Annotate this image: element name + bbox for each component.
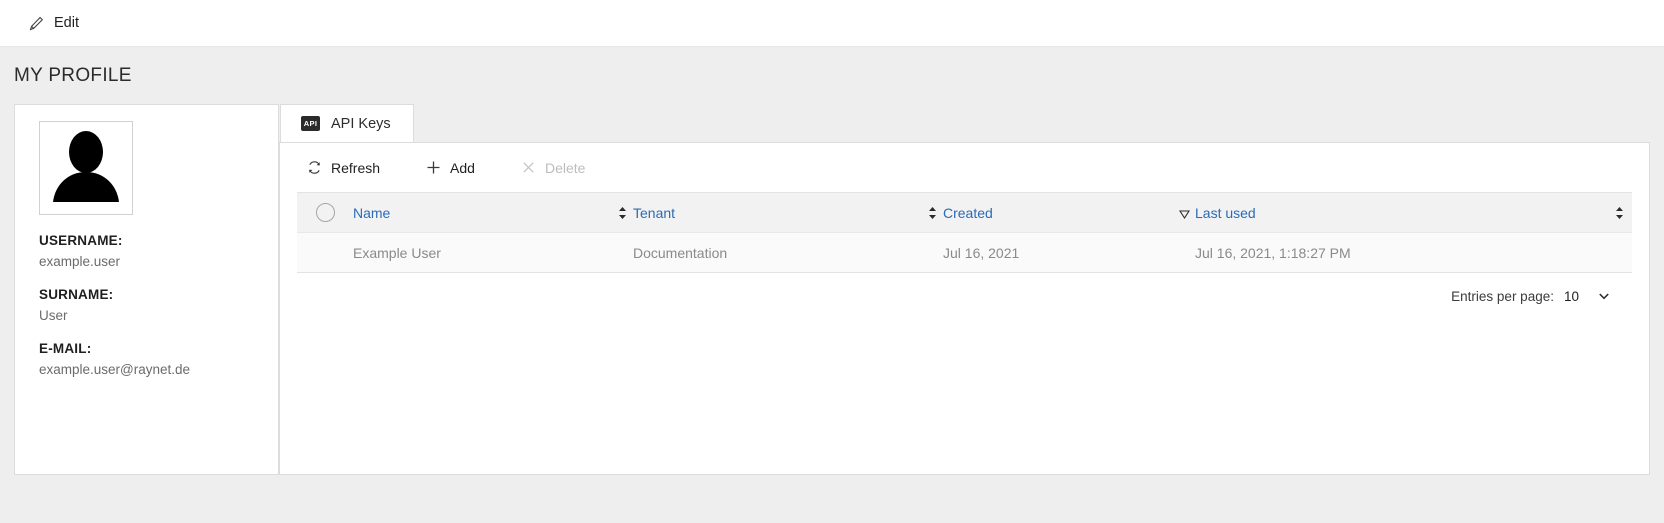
avatar	[39, 121, 133, 215]
select-all-circle-icon[interactable]	[316, 203, 335, 222]
add-button[interactable]: Add	[416, 152, 485, 184]
content-area: USERNAME: example.user SURNAME: User E-M…	[0, 104, 1664, 475]
refresh-icon	[307, 160, 322, 175]
profile-field-label: SURNAME:	[39, 287, 278, 302]
plus-icon	[426, 160, 441, 175]
edit-button[interactable]: Edit	[22, 7, 85, 39]
page-container: MY PROFILE USERNAME: example.user SURNAM…	[0, 47, 1664, 523]
grid-header-last-used-label[interactable]: Last used	[1195, 205, 1256, 221]
grid-toolbar: Refresh Add	[280, 143, 1649, 192]
cell-name: Example User	[353, 245, 611, 261]
grid-header-name[interactable]: Name	[353, 205, 611, 221]
api-keys-panel-body: Refresh Add	[279, 142, 1650, 475]
select-all-cell	[297, 203, 353, 222]
api-keys-panel: API API Keys	[279, 104, 1650, 475]
profile-field-value: example.user@raynet.de	[39, 362, 278, 377]
refresh-button-label: Refresh	[331, 160, 380, 176]
api-icon: API	[301, 116, 320, 131]
grid-header-tenant-label[interactable]: Tenant	[633, 205, 675, 221]
cell-created-text: Jul 16, 2021	[943, 245, 1019, 261]
sort-toggle-trailing[interactable]	[1608, 206, 1632, 220]
sort-descending-icon	[1179, 206, 1190, 220]
sort-toggle-name[interactable]	[611, 206, 633, 220]
profile-field-surname: SURNAME: User	[39, 287, 278, 323]
sort-both-icon	[927, 206, 938, 220]
pagination-controls: Entries per page: 10	[297, 273, 1632, 305]
table-row[interactable]: Example User Documentation Jul 16, 2021	[297, 233, 1632, 273]
profile-field-value: example.user	[39, 254, 278, 269]
profile-field-value: User	[39, 308, 278, 323]
refresh-button[interactable]: Refresh	[297, 152, 390, 184]
profile-field-label: E-MAIL:	[39, 341, 278, 356]
sort-toggle-created[interactable]	[1173, 206, 1195, 220]
grid-header-created-label[interactable]: Created	[943, 205, 993, 221]
sort-both-icon	[617, 206, 628, 220]
profile-field-username: USERNAME: example.user	[39, 233, 278, 269]
api-keys-grid: Name Tenant	[280, 192, 1649, 305]
close-x-icon	[521, 160, 536, 175]
grid-header-created[interactable]: Created	[943, 205, 1173, 221]
sort-toggle-tenant[interactable]	[921, 206, 943, 220]
add-button-label: Add	[450, 160, 475, 176]
cell-last-used-text: Jul 16, 2021, 1:18:27 PM	[1195, 245, 1351, 261]
cell-tenant-text: Documentation	[633, 245, 727, 261]
cell-name-text: Example User	[353, 245, 441, 261]
cell-created: Jul 16, 2021	[943, 245, 1173, 261]
grid-header-tenant[interactable]: Tenant	[633, 205, 921, 221]
top-command-bar: Edit	[0, 0, 1664, 47]
chevron-down-icon[interactable]	[1595, 287, 1613, 305]
entries-per-page-value[interactable]: 10	[1564, 289, 1579, 304]
grid-header-last-used[interactable]: Last used	[1195, 205, 1632, 221]
grid-header-name-label[interactable]: Name	[353, 205, 390, 221]
user-silhouette-avatar-icon	[40, 122, 132, 214]
profile-field-email: E-MAIL: example.user@raynet.de	[39, 341, 278, 377]
cell-last-used: Jul 16, 2021, 1:18:27 PM	[1195, 245, 1632, 261]
tab-api-keys-label: API Keys	[331, 116, 391, 132]
tabstrip: API API Keys	[280, 104, 1650, 142]
profile-field-label: USERNAME:	[39, 233, 278, 248]
sort-both-icon	[1614, 206, 1625, 220]
entries-per-page-label: Entries per page:	[1451, 289, 1554, 304]
pencil-icon	[28, 15, 44, 31]
cell-tenant: Documentation	[633, 245, 921, 261]
page-title: MY PROFILE	[0, 47, 1664, 87]
grid-header-row: Name Tenant	[297, 192, 1632, 233]
delete-button-label: Delete	[545, 160, 585, 176]
edit-button-label: Edit	[54, 15, 79, 31]
tab-api-keys[interactable]: API API Keys	[280, 104, 414, 142]
delete-button[interactable]: Delete	[511, 152, 595, 184]
profile-card: USERNAME: example.user SURNAME: User E-M…	[14, 104, 279, 475]
